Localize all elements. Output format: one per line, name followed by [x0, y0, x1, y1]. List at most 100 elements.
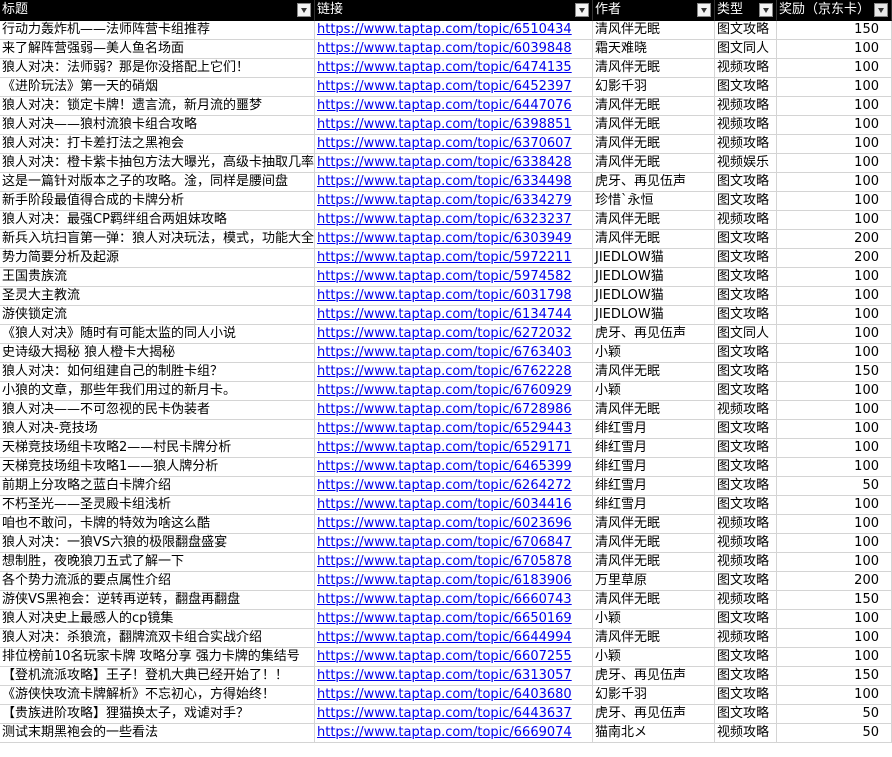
cell-link[interactable]: https://www.taptap.com/topic/6510434 — [315, 21, 593, 40]
cell-link[interactable]: https://www.taptap.com/topic/6644994 — [315, 629, 593, 648]
cell-author[interactable]: 清风伴无眠 — [593, 59, 715, 78]
cell-link[interactable]: https://www.taptap.com/topic/5972211 — [315, 249, 593, 268]
topic-link[interactable]: https://www.taptap.com/topic/6272032 — [317, 326, 572, 341]
cell-reward[interactable]: 200 — [777, 572, 892, 591]
cell-link[interactable]: https://www.taptap.com/topic/6705878 — [315, 553, 593, 572]
topic-link[interactable]: https://www.taptap.com/topic/6443637 — [317, 706, 572, 721]
cell-title[interactable]: 天梯竞技场组卡攻略2——村民卡牌分析 — [0, 439, 315, 458]
cell-title[interactable]: 行动力轰炸机——法师阵营卡组推荐 — [0, 21, 315, 40]
cell-title[interactable]: 这是一篇针对版本之子的攻略。淦，同样是腰间盘 — [0, 173, 315, 192]
cell-reward[interactable]: 100 — [777, 173, 892, 192]
cell-title[interactable]: 想制胜，夜晚狼刀五式了解一下 — [0, 553, 315, 572]
cell-title[interactable]: 游侠锁定流 — [0, 306, 315, 325]
cell-author[interactable]: 幻影千羽 — [593, 686, 715, 705]
cell-link[interactable]: https://www.taptap.com/topic/6313057 — [315, 667, 593, 686]
cell-link[interactable]: https://www.taptap.com/topic/6763403 — [315, 344, 593, 363]
cell-title[interactable]: 来了解阵营强弱—美人鱼名场面 — [0, 40, 315, 59]
header-type[interactable]: 类型 — [715, 0, 777, 21]
cell-type[interactable]: 视频攻略 — [715, 629, 777, 648]
cell-type[interactable]: 图文攻略 — [715, 667, 777, 686]
cell-title[interactable]: 狼人对决：法师弱？那是你没搭配上它们！ — [0, 59, 315, 78]
cell-link[interactable]: https://www.taptap.com/topic/6370607 — [315, 135, 593, 154]
header-reward[interactable]: 奖励（京东卡） — [777, 0, 892, 21]
topic-link[interactable]: https://www.taptap.com/topic/6403680 — [317, 687, 572, 702]
cell-type[interactable]: 图文攻略 — [715, 610, 777, 629]
topic-link[interactable]: https://www.taptap.com/topic/5972211 — [317, 250, 572, 265]
cell-title[interactable]: 《狼人对决》随时有可能太监的同人小说 — [0, 325, 315, 344]
topic-link[interactable]: https://www.taptap.com/topic/6183906 — [317, 573, 572, 588]
cell-reward[interactable]: 100 — [777, 458, 892, 477]
topic-link[interactable]: https://www.taptap.com/topic/6323237 — [317, 212, 572, 227]
cell-link[interactable]: https://www.taptap.com/topic/6403680 — [315, 686, 593, 705]
cell-type[interactable]: 图文同人 — [715, 325, 777, 344]
cell-reward[interactable]: 100 — [777, 534, 892, 553]
cell-title[interactable]: 《游侠快攻流卡牌解析》不忘初心，方得始终！ — [0, 686, 315, 705]
topic-link[interactable]: https://www.taptap.com/topic/5974582 — [317, 269, 572, 284]
cell-title[interactable]: 狼人对决：杀狼流，翻牌流双卡组合实战介绍 — [0, 629, 315, 648]
cell-type[interactable]: 图文攻略 — [715, 439, 777, 458]
cell-author[interactable]: 虎牙、再见伍声 — [593, 325, 715, 344]
cell-author[interactable]: JIEDLOW猫 — [593, 249, 715, 268]
cell-title[interactable]: 各个势力流派的要点属性介绍 — [0, 572, 315, 591]
cell-type[interactable]: 图文攻略 — [715, 268, 777, 287]
cell-type[interactable]: 图文攻略 — [715, 249, 777, 268]
topic-link[interactable]: https://www.taptap.com/topic/6760929 — [317, 383, 572, 398]
cell-title[interactable]: 【贵族进阶攻略】狸猫换太子，戏谑对手？ — [0, 705, 315, 724]
cell-title[interactable]: 狼人对决史上最感人的cp镜集 — [0, 610, 315, 629]
cell-reward[interactable]: 100 — [777, 401, 892, 420]
cell-reward[interactable]: 150 — [777, 667, 892, 686]
cell-title[interactable]: 咱也不敢问，卡牌的特效为啥这么酷 — [0, 515, 315, 534]
topic-link[interactable]: https://www.taptap.com/topic/6510434 — [317, 22, 572, 37]
cell-type[interactable]: 图文攻略 — [715, 477, 777, 496]
cell-reward[interactable]: 150 — [777, 591, 892, 610]
topic-link[interactable]: https://www.taptap.com/topic/6465399 — [317, 459, 572, 474]
cell-author[interactable]: 清风伴无眠 — [593, 591, 715, 610]
cell-title[interactable]: 圣灵大主教流 — [0, 287, 315, 306]
cell-reward[interactable]: 100 — [777, 97, 892, 116]
cell-link[interactable]: https://www.taptap.com/topic/6474135 — [315, 59, 593, 78]
cell-title[interactable]: 游侠VS黑袍会：逆转再逆转，翻盘再翻盘 — [0, 591, 315, 610]
cell-link[interactable]: https://www.taptap.com/topic/6334498 — [315, 173, 593, 192]
cell-reward[interactable]: 100 — [777, 629, 892, 648]
topic-link[interactable]: https://www.taptap.com/topic/6031798 — [317, 288, 572, 303]
cell-link[interactable]: https://www.taptap.com/topic/6728986 — [315, 401, 593, 420]
cell-type[interactable]: 视频攻略 — [715, 724, 777, 743]
cell-author[interactable]: 清风伴无眠 — [593, 515, 715, 534]
cell-title[interactable]: 史诗级大揭秘 狼人橙卡大揭秘 — [0, 344, 315, 363]
cell-title[interactable]: 【登机流派攻略】王子！登机大典已经开始了！！ — [0, 667, 315, 686]
cell-link[interactable]: https://www.taptap.com/topic/6303949 — [315, 230, 593, 249]
cell-title[interactable]: 狼人对决：最强CP羁绊组合两姐妹攻略 — [0, 211, 315, 230]
cell-reward[interactable]: 100 — [777, 686, 892, 705]
topic-link[interactable]: https://www.taptap.com/topic/6529171 — [317, 440, 572, 455]
cell-title[interactable]: 王国贵族流 — [0, 268, 315, 287]
cell-author[interactable]: 小颖 — [593, 382, 715, 401]
cell-author[interactable]: 绯红雪月 — [593, 439, 715, 458]
cell-type[interactable]: 图文攻略 — [715, 21, 777, 40]
topic-link[interactable]: https://www.taptap.com/topic/6706847 — [317, 535, 572, 550]
cell-title[interactable]: 前期上分攻略之蓝白卡牌介绍 — [0, 477, 315, 496]
cell-link[interactable]: https://www.taptap.com/topic/6023696 — [315, 515, 593, 534]
cell-type[interactable]: 视频娱乐 — [715, 154, 777, 173]
cell-title[interactable]: 不朽圣光——圣灵殿卡组浅析 — [0, 496, 315, 515]
cell-type[interactable]: 图文攻略 — [715, 382, 777, 401]
cell-link[interactable]: https://www.taptap.com/topic/6447076 — [315, 97, 593, 116]
cell-type[interactable]: 图文攻略 — [715, 344, 777, 363]
topic-link[interactable]: https://www.taptap.com/topic/6313057 — [317, 668, 572, 683]
cell-type[interactable]: 视频攻略 — [715, 116, 777, 135]
cell-author[interactable]: 小颖 — [593, 648, 715, 667]
topic-link[interactable]: https://www.taptap.com/topic/6762228 — [317, 364, 572, 379]
cell-author[interactable]: 清风伴无眠 — [593, 629, 715, 648]
cell-reward[interactable]: 100 — [777, 211, 892, 230]
topic-link[interactable]: https://www.taptap.com/topic/6264272 — [317, 478, 572, 493]
cell-reward[interactable]: 100 — [777, 78, 892, 97]
cell-author[interactable]: 绯红雪月 — [593, 420, 715, 439]
cell-author[interactable]: JIEDLOW猫 — [593, 306, 715, 325]
topic-link[interactable]: https://www.taptap.com/topic/6669074 — [317, 725, 572, 740]
cell-title[interactable]: 狼人对决——不可忽视的民卡伪装者 — [0, 401, 315, 420]
cell-author[interactable]: 绯红雪月 — [593, 458, 715, 477]
cell-link[interactable]: https://www.taptap.com/topic/6650169 — [315, 610, 593, 629]
dropdown-filter-icon[interactable] — [697, 3, 711, 17]
cell-reward[interactable]: 100 — [777, 610, 892, 629]
cell-type[interactable]: 图文攻略 — [715, 705, 777, 724]
topic-link[interactable]: https://www.taptap.com/topic/6398851 — [317, 117, 572, 132]
